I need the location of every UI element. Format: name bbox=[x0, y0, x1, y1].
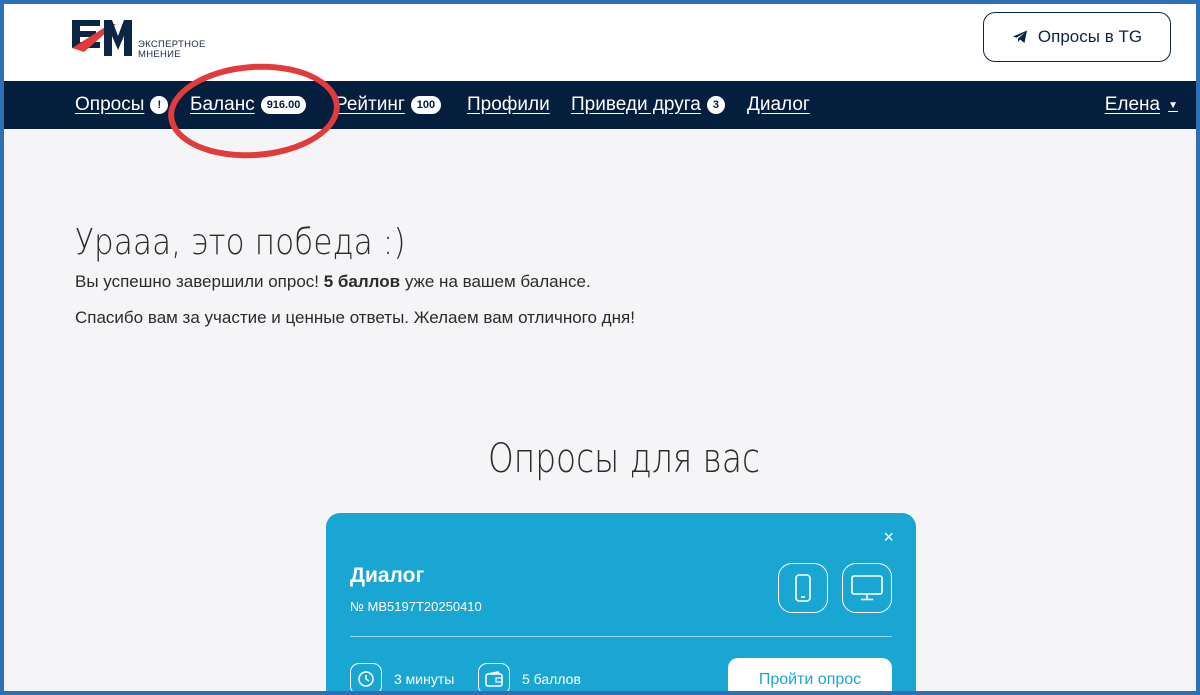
screenshot-frame: ЭКСПЕРТНОЕ МНЕНИЕ Опросы в TG Опросы ! Б… bbox=[0, 0, 1200, 695]
desktop-icon bbox=[851, 575, 883, 601]
nav-item-label: Баланс bbox=[190, 94, 255, 115]
nav-badge-invite-friend: 3 bbox=[706, 96, 725, 114]
survey-reward: 5 баллов bbox=[478, 663, 581, 691]
success-message: Вы успешно завершили опрос! 5 баллов уже… bbox=[75, 272, 591, 292]
clock-icon bbox=[350, 663, 382, 691]
tg-surveys-button[interactable]: Опросы в TG bbox=[983, 12, 1171, 62]
nav-item-invite-friend[interactable]: Приведи друга 3 bbox=[571, 81, 725, 129]
chevron-down-icon: ▼ bbox=[1168, 99, 1178, 111]
telegram-icon bbox=[1012, 30, 1027, 43]
user-menu[interactable]: Елена ▼ bbox=[1105, 81, 1178, 129]
nav-item-rating[interactable]: Рейтинг 100 bbox=[335, 81, 442, 129]
nav-badge-surveys: ! bbox=[150, 96, 169, 114]
desktop-device-badge bbox=[842, 563, 892, 613]
wallet-icon bbox=[478, 663, 510, 691]
logo-text-line2: МНЕНИЕ bbox=[138, 49, 181, 60]
thanks-message: Спасибо вам за участие и ценные ответы. … bbox=[75, 308, 635, 327]
logo-icon bbox=[72, 20, 132, 56]
phone-device-badge bbox=[778, 563, 828, 613]
nav-item-label: Диалог bbox=[747, 94, 810, 115]
survey-card: × Диалог № MB5197T20250410 3 минуты 5 ба… bbox=[326, 513, 916, 691]
nav-item-balance[interactable]: Баланс 916.00 bbox=[190, 81, 307, 129]
close-icon[interactable]: × bbox=[883, 527, 894, 548]
header: ЭКСПЕРТНОЕ МНЕНИЕ Опросы в TG bbox=[4, 4, 1196, 81]
card-divider bbox=[350, 636, 892, 637]
nav-item-profiles[interactable]: Профили bbox=[467, 81, 550, 129]
success-points: 5 баллов bbox=[323, 272, 401, 291]
user-name: Елена bbox=[1104, 94, 1161, 115]
success-message-end: уже на вашем балансе. bbox=[400, 272, 591, 291]
nav-badge-balance: 916.00 bbox=[260, 96, 307, 114]
logo-text: ЭКСПЕРТНОЕ МНЕНИЕ bbox=[138, 40, 206, 60]
nav-item-surveys[interactable]: Опросы ! bbox=[75, 81, 169, 129]
survey-title: Диалог bbox=[350, 564, 425, 587]
start-survey-button[interactable]: Пройти опрос bbox=[728, 658, 892, 691]
logo[interactable]: ЭКСПЕРТНОЕ МНЕНИЕ bbox=[70, 16, 230, 64]
survey-duration-text: 3 минуты bbox=[394, 671, 455, 687]
nav-badge-rating: 100 bbox=[410, 96, 442, 114]
survey-duration: 3 минуты bbox=[350, 663, 455, 691]
phone-icon bbox=[795, 574, 811, 602]
main-nav: Опросы ! Баланс 916.00 Рейтинг 100 Профи… bbox=[4, 81, 1196, 129]
success-message-start: Вы успешно завершили опрос! bbox=[75, 272, 324, 291]
nav-item-label: Профили bbox=[467, 94, 550, 115]
nav-item-label: Приведи друга bbox=[571, 94, 701, 115]
success-title: Урааа, это победа :) bbox=[75, 222, 406, 263]
nav-item-label: Опросы bbox=[75, 94, 145, 115]
surveys-section-title: Опросы для вас bbox=[487, 436, 761, 482]
survey-reward-text: 5 баллов bbox=[522, 671, 581, 687]
nav-item-label: Рейтинг bbox=[335, 94, 405, 115]
nav-item-dialog[interactable]: Диалог bbox=[747, 81, 810, 129]
survey-id: № MB5197T20250410 bbox=[350, 599, 482, 614]
tg-surveys-label: Опросы в TG bbox=[1037, 27, 1143, 46]
